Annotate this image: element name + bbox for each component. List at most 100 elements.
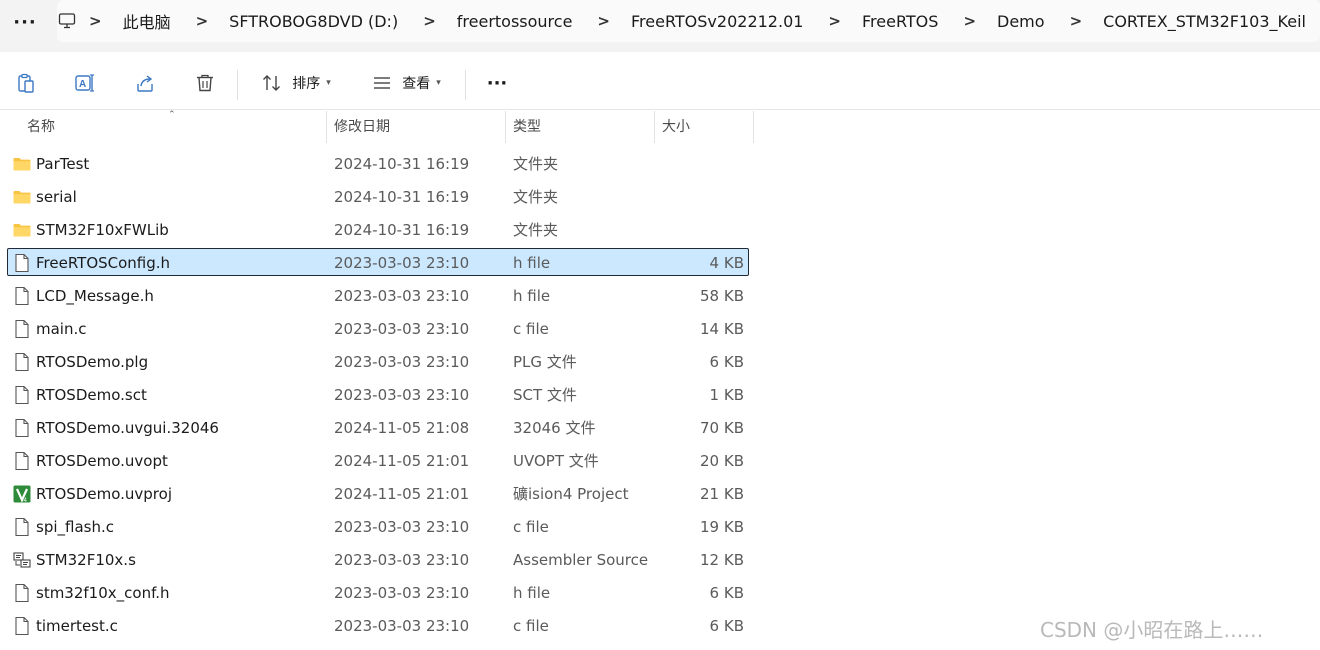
file-name[interactable]: RTOSDemo.sct	[36, 384, 147, 406]
breadcrumb-freertos-version[interactable]: FreeRTOSv202212.01	[628, 12, 806, 31]
command-toolbar: A 排序 ▾ 查看 ▾ ···	[0, 52, 1320, 110]
chevron-right-icon[interactable]: >	[1048, 12, 1101, 30]
share-button[interactable]	[128, 66, 162, 100]
file-name[interactable]: main.c	[36, 318, 87, 340]
column-header-date[interactable]: 修改日期	[334, 111, 390, 143]
file-date: 2023-03-03 23:10	[334, 518, 470, 536]
file-type: 文件夹	[513, 221, 559, 239]
address-bar[interactable]: > 此电脑 > SFTROBOG8DVD (D:) > freertossour…	[57, 0, 1320, 42]
file-size: 14 KB	[700, 320, 744, 338]
file-type: SCT 文件	[513, 386, 577, 404]
file-date: 2024-11-05 21:01	[334, 485, 470, 503]
file-date: 2023-03-03 23:10	[334, 617, 470, 635]
column-divider[interactable]	[753, 111, 754, 143]
file-date: 2023-03-03 23:10	[334, 254, 470, 272]
file-type: h file	[513, 287, 551, 305]
column-divider[interactable]	[505, 111, 506, 143]
breadcrumb-freertossource[interactable]: freertossource	[454, 12, 576, 31]
sort-icon	[263, 75, 281, 91]
view-label: 查看	[402, 76, 431, 92]
file-icon	[12, 583, 32, 603]
file-row[interactable]: RTOSDemo.plg 2023-03-03 23:10 PLG 文件 6 KB	[0, 346, 760, 379]
file-date: 2023-03-03 23:10	[334, 386, 470, 404]
column-header-size[interactable]: 大小	[662, 111, 690, 143]
file-size: 6 KB	[709, 584, 744, 602]
file-row[interactable]: RTOSDemo.sct 2023-03-03 23:10 SCT 文件 1 KB	[0, 379, 760, 412]
file-row[interactable]: RTOSDemo.uvgui.32046 2024-11-05 21:08 3204…	[0, 412, 760, 445]
file-icon	[12, 319, 32, 339]
file-name[interactable]: RTOSDemo.uvopt	[36, 450, 168, 472]
breadcrumb-drive[interactable]: SFTROBOG8DVD (D:)	[226, 12, 401, 31]
rename-button[interactable]: A	[68, 66, 102, 100]
file-name[interactable]: serial	[36, 186, 77, 208]
view-button[interactable]: 查看 ▾	[366, 66, 446, 100]
file-name[interactable]: FreeRTOSConfig.h	[36, 252, 170, 274]
file-row[interactable]: 4 RTOSDemo.uvproj 2024-11-05 21:01 礦ision4 …	[0, 478, 760, 511]
column-divider[interactable]	[654, 111, 655, 143]
breadcrumb-demo[interactable]: Demo	[994, 12, 1048, 31]
sort-button[interactable]: 排序 ▾	[256, 66, 336, 100]
file-size: 58 KB	[700, 287, 744, 305]
chevron-down-icon: ▾	[326, 78, 331, 88]
breadcrumb-cortex-stm32[interactable]: CORTEX_STM32F103_Keil	[1100, 12, 1309, 31]
file-name[interactable]: STM32F10x.s	[36, 549, 136, 571]
column-header-row: 名称 修改日期 类型 大小	[0, 111, 760, 143]
file-row[interactable]: main.c 2023-03-03 23:10 c file 14 KB	[0, 313, 760, 346]
file-row[interactable]: RTOSDemo.uvopt 2024-11-05 21:01 UVOPT 文件 20…	[0, 445, 760, 478]
breadcrumb-this-pc[interactable]: 此电脑	[120, 9, 174, 33]
column-header-name[interactable]: 名称	[27, 111, 55, 143]
chevron-right-icon[interactable]: >	[1309, 12, 1320, 30]
keil-project-icon: 4	[12, 484, 32, 504]
file-row[interactable]: STM32F10x.s 2023-03-03 23:10 Assembler Sou…	[0, 544, 760, 577]
chevron-right-icon[interactable]: >	[941, 12, 994, 30]
file-row[interactable]: LCD_Message.h 2023-03-03 23:10 h file 58 KB	[0, 280, 760, 313]
nav-more-button[interactable]: ···	[8, 6, 42, 38]
file-name[interactable]: LCD_Message.h	[36, 285, 154, 307]
see-more-button[interactable]: ···	[480, 66, 514, 100]
file-row[interactable]: spi_flash.c 2023-03-03 23:10 c file 19 KB	[0, 511, 760, 544]
column-header-type[interactable]: 类型	[513, 111, 541, 143]
column-divider[interactable]	[326, 111, 327, 143]
delete-button[interactable]	[188, 66, 222, 100]
breadcrumb-freertos[interactable]: FreeRTOS	[859, 12, 941, 31]
file-row[interactable]: ParTest 2024-10-31 16:19 文件夹	[0, 148, 760, 181]
file-row[interactable]: FreeRTOSConfig.h 2023-03-03 23:10 h file 4 …	[0, 247, 760, 280]
file-size: 21 KB	[700, 485, 744, 503]
file-type: 32046 文件	[513, 419, 596, 437]
file-name[interactable]: timertest.c	[36, 615, 118, 637]
chevron-right-icon[interactable]: >	[575, 12, 628, 30]
file-size: 70 KB	[700, 419, 744, 437]
file-name[interactable]: RTOSDemo.uvproj	[36, 483, 172, 505]
file-size: 4 KB	[709, 254, 744, 272]
file-type: h file	[513, 584, 551, 602]
file-name[interactable]: RTOSDemo.plg	[36, 351, 148, 373]
file-row[interactable]: STM32F10xFWLib 2024-10-31 16:19 文件夹	[0, 214, 760, 247]
trash-icon	[197, 74, 213, 92]
folder-icon	[12, 187, 32, 207]
file-size: 6 KB	[709, 353, 744, 371]
file-date: 2024-10-31 16:19	[334, 221, 470, 239]
file-size: 19 KB	[700, 518, 744, 536]
file-icon	[12, 517, 32, 537]
chevron-right-icon[interactable]: >	[174, 12, 227, 30]
folder-icon	[12, 154, 32, 174]
file-name[interactable]: stm32f10x_conf.h	[36, 582, 170, 604]
paste-button[interactable]	[10, 66, 42, 100]
file-name[interactable]: STM32F10xFWLib	[36, 219, 169, 241]
file-row[interactable]: stm32f10x_conf.h 2023-03-03 23:10 h file 6 …	[0, 577, 760, 610]
file-row[interactable]: timertest.c 2023-03-03 23:10 c file 6 KB	[0, 610, 760, 643]
share-icon	[137, 75, 153, 92]
file-name[interactable]: ParTest	[36, 153, 89, 175]
file-name[interactable]: spi_flash.c	[36, 516, 114, 538]
chevron-right-icon[interactable]: >	[77, 12, 120, 30]
file-icon	[12, 385, 32, 405]
file-icon	[12, 286, 32, 306]
file-row[interactable]: serial 2024-10-31 16:19 文件夹	[0, 181, 760, 214]
file-date: 2023-03-03 23:10	[334, 584, 470, 602]
file-name[interactable]: RTOSDemo.uvgui.32046	[36, 417, 219, 439]
chevron-right-icon[interactable]: >	[806, 12, 859, 30]
chevron-right-icon[interactable]: >	[401, 12, 454, 30]
file-icon	[12, 352, 32, 372]
computer-icon[interactable]	[57, 0, 77, 42]
file-date: 2024-10-31 16:19	[334, 188, 470, 206]
